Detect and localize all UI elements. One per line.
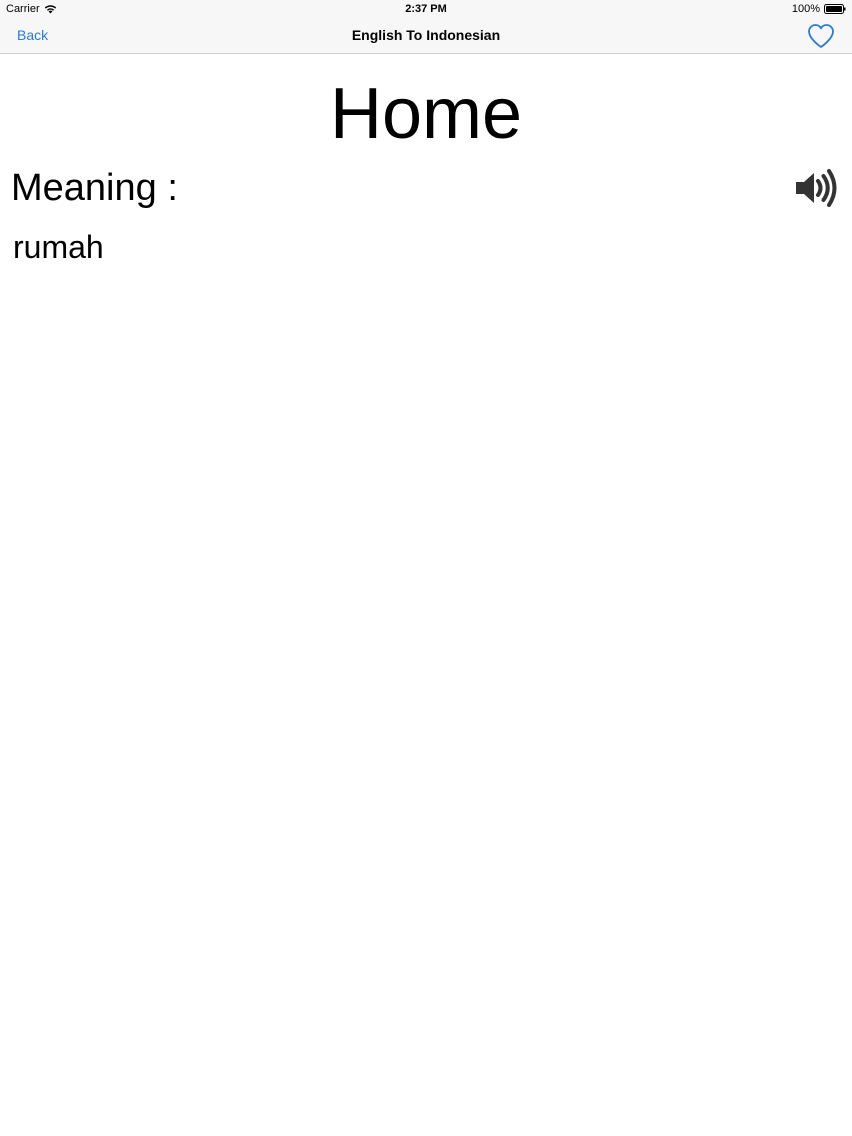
status-bar: Carrier 2:37 PM 100% (0, 0, 852, 18)
word-title: Home (329, 74, 523, 154)
battery-percent: 100% (791, 3, 820, 15)
speaker-icon[interactable] (794, 168, 838, 208)
meaning-label: Meaning : (11, 167, 178, 209)
status-right: 100% (792, 3, 846, 15)
meaning-value: rumah (13, 229, 104, 265)
battery-icon (824, 4, 846, 14)
status-time: 2:37 PM (405, 3, 447, 15)
navigation-bar: Back English To Indonesian (0, 18, 852, 54)
nav-title: English To Indonesian (351, 27, 501, 43)
heart-icon[interactable] (807, 23, 835, 49)
